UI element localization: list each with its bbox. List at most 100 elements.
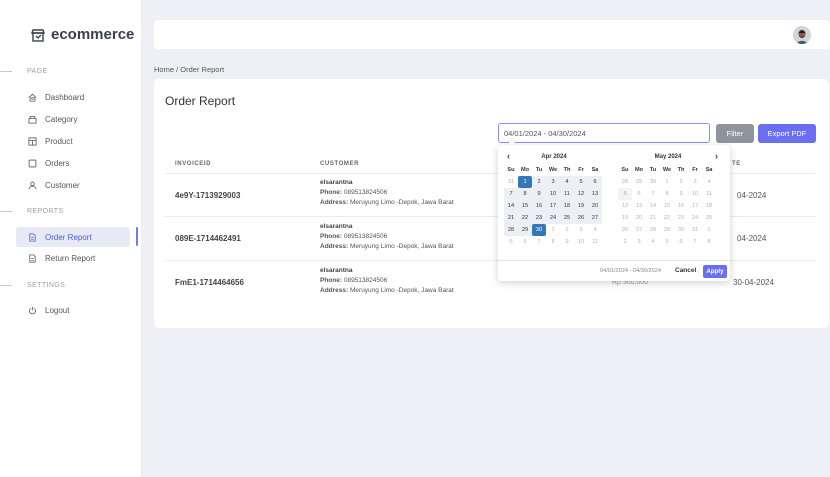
calendar-day[interactable]: 24 (546, 212, 560, 224)
date-range-input[interactable]: 04/01/2024 - 04/30/2024 (498, 123, 710, 143)
calendar-day[interactable]: 14 (646, 200, 660, 212)
calendar-day[interactable]: 5 (574, 176, 588, 188)
breadcrumb-home[interactable]: Home (154, 65, 174, 74)
calendar-day[interactable]: 8 (660, 188, 674, 200)
calendar-day[interactable]: 20 (632, 212, 646, 224)
sidebar-item-logout[interactable]: Logout (16, 300, 130, 320)
calendar-day[interactable]: 6 (632, 188, 646, 200)
calendar-day[interactable]: 7 (532, 236, 546, 248)
calendar-day[interactable]: 3 (632, 236, 646, 248)
calendar-day[interactable]: 14 (504, 200, 518, 212)
avatar[interactable] (793, 26, 811, 44)
calendar-day[interactable]: 6 (674, 236, 688, 248)
next-month-button[interactable]: › (715, 151, 718, 162)
calendar-day[interactable]: 12 (574, 188, 588, 200)
calendar-day[interactable]: 8 (702, 236, 716, 248)
sidebar-item-category[interactable]: Category (16, 109, 130, 129)
brand-logo[interactable]: ecommerce (31, 26, 134, 43)
calendar-day[interactable]: 9 (674, 188, 688, 200)
calendar-day[interactable]: 2 (532, 176, 546, 188)
calendar-day[interactable]: 23 (532, 212, 546, 224)
calendar-day[interactable]: 17 (688, 200, 702, 212)
sidebar-item-dashboard[interactable]: Dashboard (16, 87, 130, 107)
calendar-day[interactable]: 15 (660, 200, 674, 212)
calendar-day[interactable]: 10 (574, 236, 588, 248)
calendar-day[interactable]: 8 (546, 236, 560, 248)
calendar-day[interactable]: 7 (646, 188, 660, 200)
calendar-day[interactable]: 18 (702, 200, 716, 212)
calendar-day[interactable]: 11 (560, 188, 574, 200)
calendar-day[interactable]: 1 (660, 176, 674, 188)
calendar-day[interactable]: 18 (560, 200, 574, 212)
calendar-day[interactable]: 6 (588, 176, 602, 188)
calendar-day[interactable]: 9 (532, 188, 546, 200)
cancel-button[interactable]: Cancel (675, 267, 696, 274)
calendar-day[interactable]: 23 (674, 212, 688, 224)
sidebar-item-product[interactable]: Product (16, 131, 130, 151)
calendar-day[interactable]: 28 (504, 224, 518, 236)
calendar-day[interactable]: 4 (702, 176, 716, 188)
calendar-day[interactable]: 30 (532, 224, 546, 236)
calendar-day[interactable]: 3 (546, 176, 560, 188)
calendar-day[interactable]: 1 (518, 176, 532, 188)
calendar-day[interactable]: 7 (688, 236, 702, 248)
calendar-day[interactable]: 2 (560, 224, 574, 236)
calendar-day[interactable]: 22 (660, 212, 674, 224)
calendar-day[interactable]: 2 (674, 176, 688, 188)
calendar-day[interactable]: 4 (588, 224, 602, 236)
calendar-day[interactable]: 10 (546, 188, 560, 200)
calendar-day[interactable]: 2 (618, 236, 632, 248)
calendar-day[interactable]: 3 (574, 224, 588, 236)
calendar-day[interactable]: 12 (618, 200, 632, 212)
calendar-day[interactable]: 4 (646, 236, 660, 248)
calendar-day[interactable]: 29 (518, 224, 532, 236)
sidebar-item-order-report[interactable]: Order Report (16, 227, 130, 247)
calendar-day[interactable]: 19 (574, 200, 588, 212)
calendar-day[interactable]: 3 (688, 176, 702, 188)
calendar-day[interactable]: 15 (518, 200, 532, 212)
calendar-day[interactable]: 11 (702, 188, 716, 200)
calendar-day[interactable]: 28 (618, 176, 632, 188)
calendar-day[interactable]: 6 (518, 236, 532, 248)
calendar-day[interactable]: 1 (546, 224, 560, 236)
prev-month-button[interactable]: ‹ (507, 151, 510, 162)
calendar-day[interactable]: 19 (618, 212, 632, 224)
calendar-day[interactable]: 22 (518, 212, 532, 224)
calendar-day[interactable]: 8 (518, 188, 532, 200)
calendar-day[interactable]: 16 (674, 200, 688, 212)
sidebar-item-orders[interactable]: Orders (16, 153, 130, 173)
calendar-day[interactable]: 29 (632, 176, 646, 188)
calendar-day[interactable]: 30 (674, 224, 688, 236)
calendar-day[interactable]: 25 (702, 212, 716, 224)
calendar-day[interactable]: 5 (504, 236, 518, 248)
sidebar-item-customer[interactable]: Customer (16, 175, 130, 195)
calendar-day[interactable]: 28 (646, 224, 660, 236)
calendar-day[interactable]: 26 (618, 224, 632, 236)
calendar-day[interactable]: 4 (560, 176, 574, 188)
calendar-day[interactable]: 31 (688, 224, 702, 236)
calendar-day[interactable]: 25 (560, 212, 574, 224)
calendar-day[interactable]: 13 (632, 200, 646, 212)
calendar-day[interactable]: 16 (532, 200, 546, 212)
apply-button[interactable]: Apply (703, 265, 727, 278)
calendar-day[interactable]: 26 (574, 212, 588, 224)
calendar-day[interactable]: 21 (504, 212, 518, 224)
calendar-day[interactable]: 5 (660, 236, 674, 248)
calendar-day[interactable]: 17 (546, 200, 560, 212)
calendar-day[interactable]: 9 (560, 236, 574, 248)
calendar-day[interactable]: 27 (632, 224, 646, 236)
calendar-day[interactable]: 27 (588, 212, 602, 224)
calendar-day[interactable]: 7 (504, 188, 518, 200)
calendar-day[interactable]: 24 (688, 212, 702, 224)
calendar-day[interactable]: 21 (646, 212, 660, 224)
export-pdf-button[interactable]: Export PDF (758, 124, 816, 143)
calendar-day[interactable]: 13 (588, 188, 602, 200)
calendar-day[interactable]: 31 (504, 176, 518, 188)
calendar-day[interactable]: 30 (646, 176, 660, 188)
sidebar-item-return-report[interactable]: Return Report (16, 248, 130, 268)
calendar-day[interactable]: 11 (588, 236, 602, 248)
filter-button[interactable]: Filter (716, 124, 754, 143)
calendar-day[interactable]: 20 (588, 200, 602, 212)
calendar-day[interactable]: 5 (618, 188, 632, 200)
calendar-day[interactable]: 1 (702, 224, 716, 236)
